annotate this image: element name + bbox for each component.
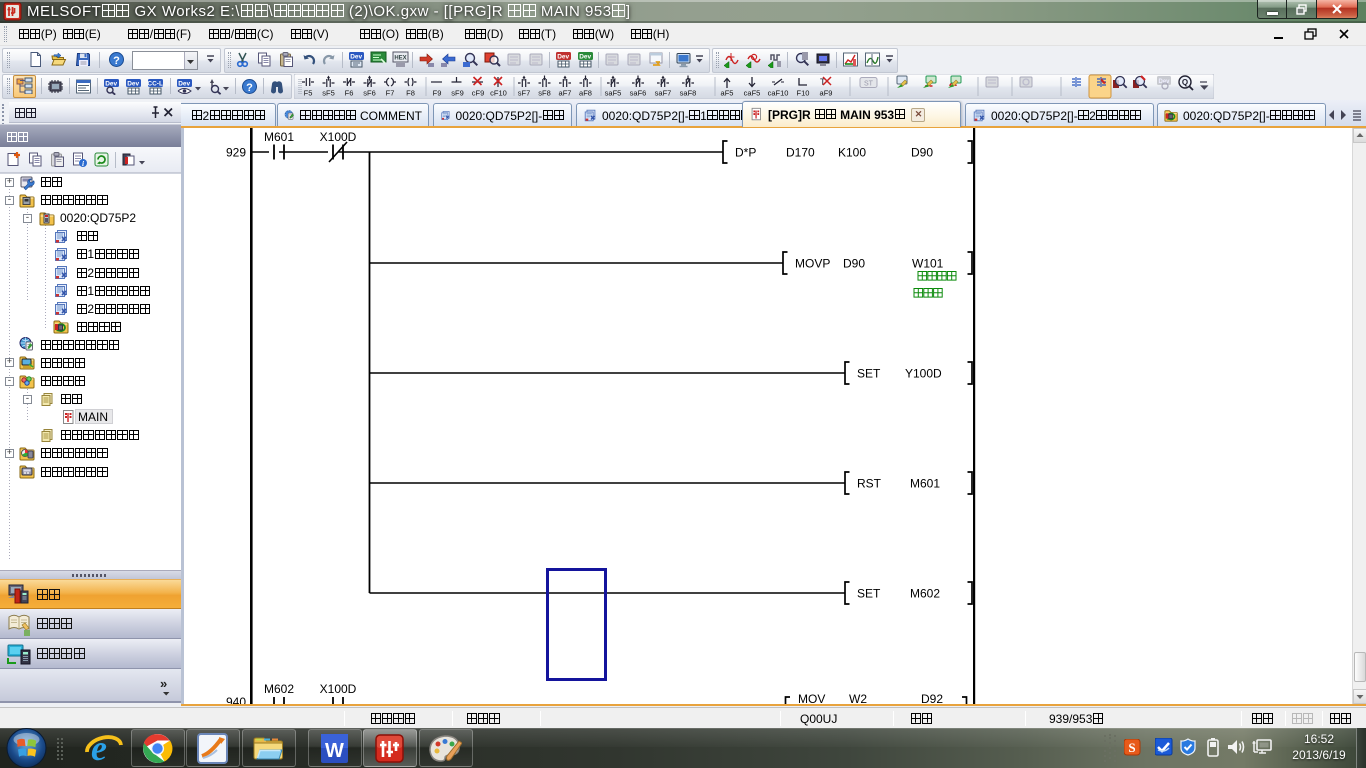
svg-text:Dev: Dev (579, 54, 591, 61)
svg-text:MOV: MOV (798, 692, 825, 704)
svg-text:sF5: sF5 (322, 89, 335, 98)
svg-text:M602: M602 (264, 682, 294, 696)
svg-text:M602: M602 (910, 587, 940, 601)
svg-text:saF7: saF7 (655, 89, 672, 98)
svg-text:aF9: aF9 (820, 89, 833, 98)
svg-text:940: 940 (226, 695, 246, 704)
svg-text:?: ? (113, 55, 120, 67)
svg-text:K100: K100 (838, 146, 866, 160)
svg-text:S: S (1128, 740, 1135, 755)
svg-text:cF10: cF10 (490, 89, 507, 98)
svg-text:SET: SET (857, 587, 881, 601)
svg-text:HEX: HEX (394, 56, 406, 62)
svg-text:ST: ST (864, 81, 874, 88)
svg-text:Dev: Dev (178, 81, 190, 88)
svg-text:Dev: Dev (127, 81, 139, 88)
svg-text:RST: RST (857, 477, 882, 491)
svg-text:F8: F8 (406, 89, 415, 98)
svg-text:saF8: saF8 (680, 89, 697, 98)
svg-text:D90: D90 (843, 257, 865, 271)
svg-text:?: ? (246, 82, 253, 94)
svg-text:saF5: saF5 (605, 89, 622, 98)
svg-text:sF9: sF9 (451, 89, 464, 98)
svg-text:F5: F5 (304, 89, 313, 98)
svg-text:929: 929 (226, 146, 246, 160)
svg-text:saF6: saF6 (630, 89, 647, 98)
svg-text:W101: W101 (912, 257, 944, 271)
svg-text:D90: D90 (911, 146, 933, 160)
svg-text:sF6: sF6 (363, 89, 376, 98)
svg-text:Q: Q (1182, 78, 1188, 87)
svg-text:X100D: X100D (320, 130, 357, 144)
svg-text:caF5: caF5 (744, 89, 761, 98)
svg-text:cF9: cF9 (472, 89, 485, 98)
svg-text:SET: SET (857, 367, 881, 381)
svg-text:sF8: sF8 (538, 89, 551, 98)
svg-text:CC-L: CC-L (147, 81, 163, 88)
svg-text:W: W (325, 740, 344, 762)
svg-text:MOVP: MOVP (795, 257, 830, 271)
svg-text:aF5: aF5 (721, 89, 734, 98)
svg-text:sF7: sF7 (518, 89, 531, 98)
svg-text:M601: M601 (910, 477, 940, 491)
svg-text:caF10: caF10 (768, 89, 789, 98)
svg-text:aF7: aF7 (559, 89, 572, 98)
svg-text:D170: D170 (786, 146, 815, 160)
svg-text:Dev: Dev (350, 54, 362, 61)
svg-text:aF8: aF8 (579, 89, 592, 98)
svg-text:F9: F9 (433, 89, 442, 98)
svg-text:F10: F10 (797, 89, 810, 98)
svg-text:D*P: D*P (735, 146, 756, 160)
svg-text:X100D: X100D (320, 682, 357, 696)
svg-text:W2: W2 (849, 692, 867, 704)
svg-text:F6: F6 (345, 89, 354, 98)
svg-text:F7: F7 (386, 89, 395, 98)
svg-text:Dev: Dev (557, 54, 569, 61)
svg-text:Dev: Dev (1158, 79, 1170, 85)
svg-text:M601: M601 (264, 130, 294, 144)
svg-text:Dev: Dev (105, 81, 117, 88)
svg-text:Y100D: Y100D (905, 367, 942, 381)
svg-text:D92: D92 (921, 692, 943, 704)
